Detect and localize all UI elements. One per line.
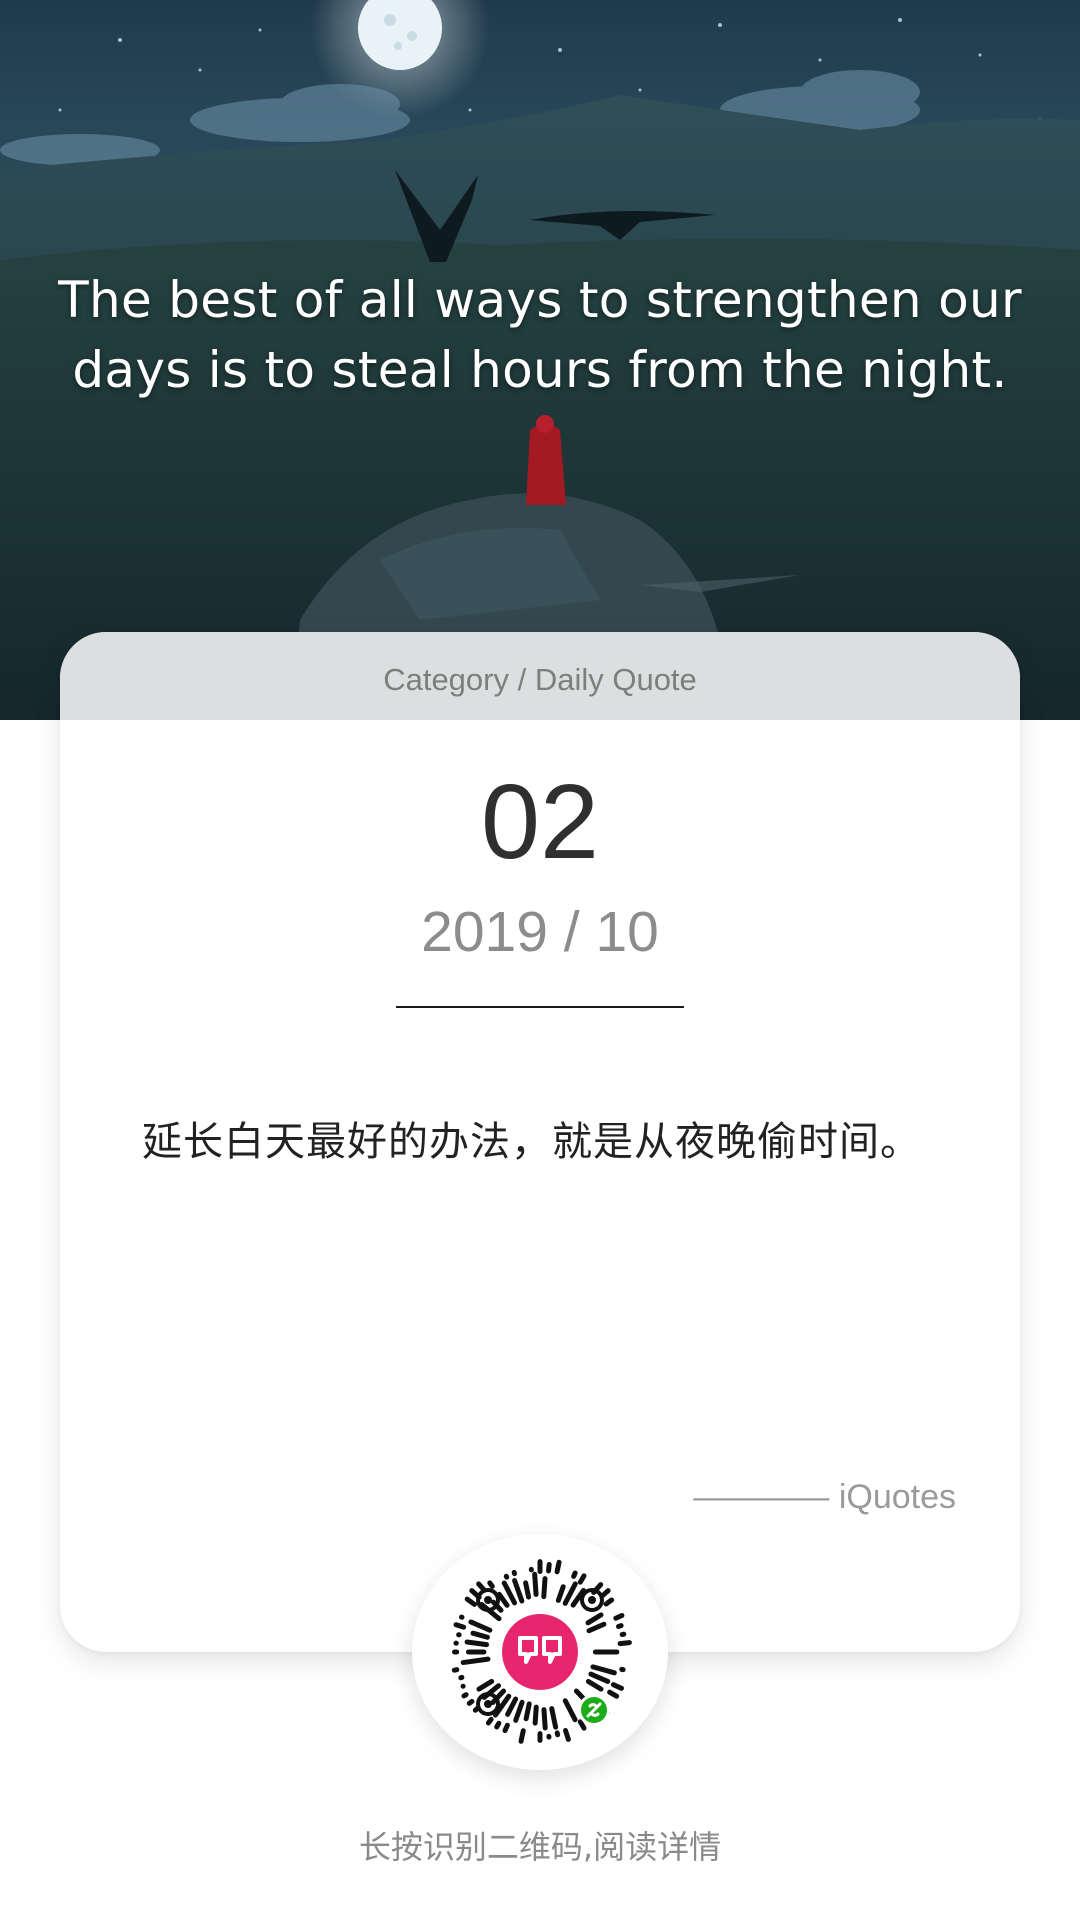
qr-module (586, 1621, 607, 1634)
qr-module (585, 1678, 604, 1692)
qr-module (461, 1692, 469, 1699)
divider (396, 1006, 684, 1008)
qr-module (600, 1588, 611, 1598)
qr-module (562, 1698, 578, 1723)
date-day: 02 (481, 763, 599, 881)
qr-module (451, 1667, 460, 1673)
hero-quote-line-1: The best of all ways to strengthen our (58, 271, 1022, 329)
hero-image: The best of all ways to strengthen our d… (0, 0, 1080, 720)
qr-module (502, 1722, 510, 1734)
qr-code[interactable] (412, 1534, 668, 1770)
qr-module (466, 1698, 475, 1706)
qr-module (541, 1707, 548, 1731)
quote-icon (502, 1614, 578, 1690)
qr-module (532, 1571, 539, 1597)
qr-module (460, 1656, 491, 1666)
scan-hint: 长按识别二维码,阅读详情 (358, 1828, 722, 1866)
qr-module (518, 1728, 526, 1744)
qr-module (523, 1701, 532, 1722)
qr-module (468, 1619, 493, 1633)
link-icon (578, 1694, 610, 1726)
qr-module (577, 1573, 587, 1585)
category-label: Category / Daily Quote (383, 662, 697, 697)
qr-module (453, 1622, 467, 1630)
qr-module (523, 1580, 532, 1600)
quote-card: Category / Daily Quote 02 2019 / 10 延长白天… (60, 632, 1020, 1652)
qr-module (487, 1580, 495, 1589)
qr-module (541, 1576, 548, 1600)
hero-quote: The best of all ways to strengthen our d… (0, 265, 1080, 405)
qr-module (555, 1584, 566, 1603)
qr-module (485, 1716, 494, 1726)
date-year-month: 2019 / 10 (421, 900, 659, 964)
qr-module (464, 1639, 490, 1648)
qr-module (617, 1640, 632, 1647)
qr-module (513, 1699, 525, 1723)
qr-module (577, 1719, 587, 1731)
hero-quote-line-2: days is to steal hours from the night. (72, 341, 1008, 399)
qr-module (571, 1570, 578, 1579)
qr-module (494, 1720, 502, 1730)
qr-module (607, 1689, 620, 1699)
qr-code-icon (451, 1559, 632, 1744)
qr-module (603, 1597, 615, 1607)
qr-module (613, 1613, 625, 1621)
qr-module (610, 1682, 624, 1691)
qr-module (476, 1678, 495, 1692)
qr-module (505, 1696, 519, 1717)
qr-module (546, 1562, 552, 1574)
qr-module (549, 1706, 559, 1730)
qr-module (470, 1630, 490, 1640)
qr-module (464, 1596, 477, 1607)
qr-module (562, 1727, 571, 1742)
qr-module (615, 1623, 624, 1629)
quote-text: 延长白天最好的办法，就是从夜晚偷时间。 (142, 1119, 921, 1165)
qr-module (585, 1612, 604, 1626)
qr-module (496, 1591, 510, 1608)
qr-module (532, 1704, 539, 1726)
qr-module (590, 1664, 617, 1676)
qr-module (554, 1559, 562, 1575)
quote-source: ———— iQuotes (693, 1478, 956, 1516)
qr-module (588, 1671, 611, 1684)
qr-module (512, 1578, 525, 1604)
